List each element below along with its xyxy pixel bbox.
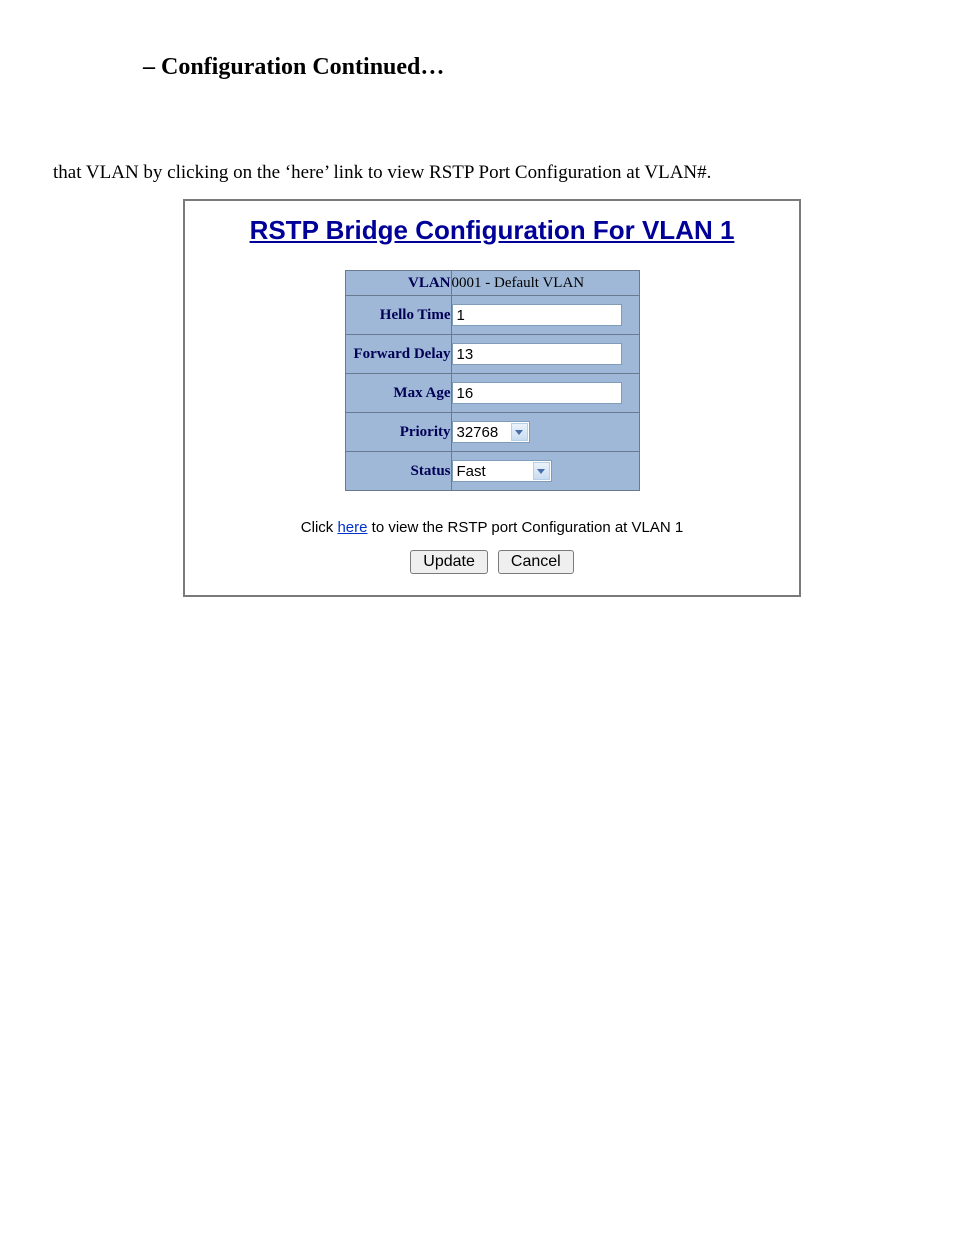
link-pre-text: Click (301, 519, 338, 536)
section-heading: – Configuration Continued… (143, 54, 444, 81)
chevron-down-icon (511, 423, 528, 441)
status-select[interactable]: Fast (452, 460, 552, 482)
rstp-config-panel: RSTP Bridge Configuration For VLAN 1 VLA… (183, 199, 801, 597)
cell-hello-time (451, 296, 639, 335)
panel-title: RSTP Bridge Configuration For VLAN 1 (250, 215, 735, 246)
max-age-input[interactable] (452, 382, 622, 404)
label-priority: Priority (345, 413, 451, 452)
forward-delay-input[interactable] (452, 343, 622, 365)
cell-max-age (451, 374, 639, 413)
body-paragraph: that VLAN by clicking on the ‘here’ link… (53, 162, 711, 184)
port-config-link[interactable]: here (337, 519, 367, 536)
cancel-button[interactable]: Cancel (498, 550, 574, 574)
label-vlan: VLAN (345, 271, 451, 296)
port-config-link-line: Click here to view the RSTP port Configu… (301, 519, 683, 536)
priority-select-value: 32768 (453, 424, 510, 441)
config-table: VLAN 0001 - Default VLAN Hello Time Forw… (345, 270, 640, 491)
cell-status: Fast (451, 452, 639, 491)
label-max-age: Max Age (345, 374, 451, 413)
label-forward-delay: Forward Delay (345, 335, 451, 374)
label-status: Status (345, 452, 451, 491)
vlan-text: 0001 - Default VLAN (452, 275, 585, 291)
cell-forward-delay (451, 335, 639, 374)
cell-priority: 32768 (451, 413, 639, 452)
label-hello-time: Hello Time (345, 296, 451, 335)
value-vlan: 0001 - Default VLAN (451, 271, 639, 296)
update-button[interactable]: Update (410, 550, 488, 574)
page: – Configuration Continued… that VLAN by … (0, 0, 954, 1235)
hello-time-input[interactable] (452, 304, 622, 326)
chevron-down-icon (533, 462, 550, 480)
status-select-value: Fast (453, 463, 532, 480)
priority-select[interactable]: 32768 (452, 421, 530, 443)
link-post-text: to view the RSTP port Configuration at V… (372, 519, 684, 536)
button-row: Update Cancel (407, 550, 576, 574)
